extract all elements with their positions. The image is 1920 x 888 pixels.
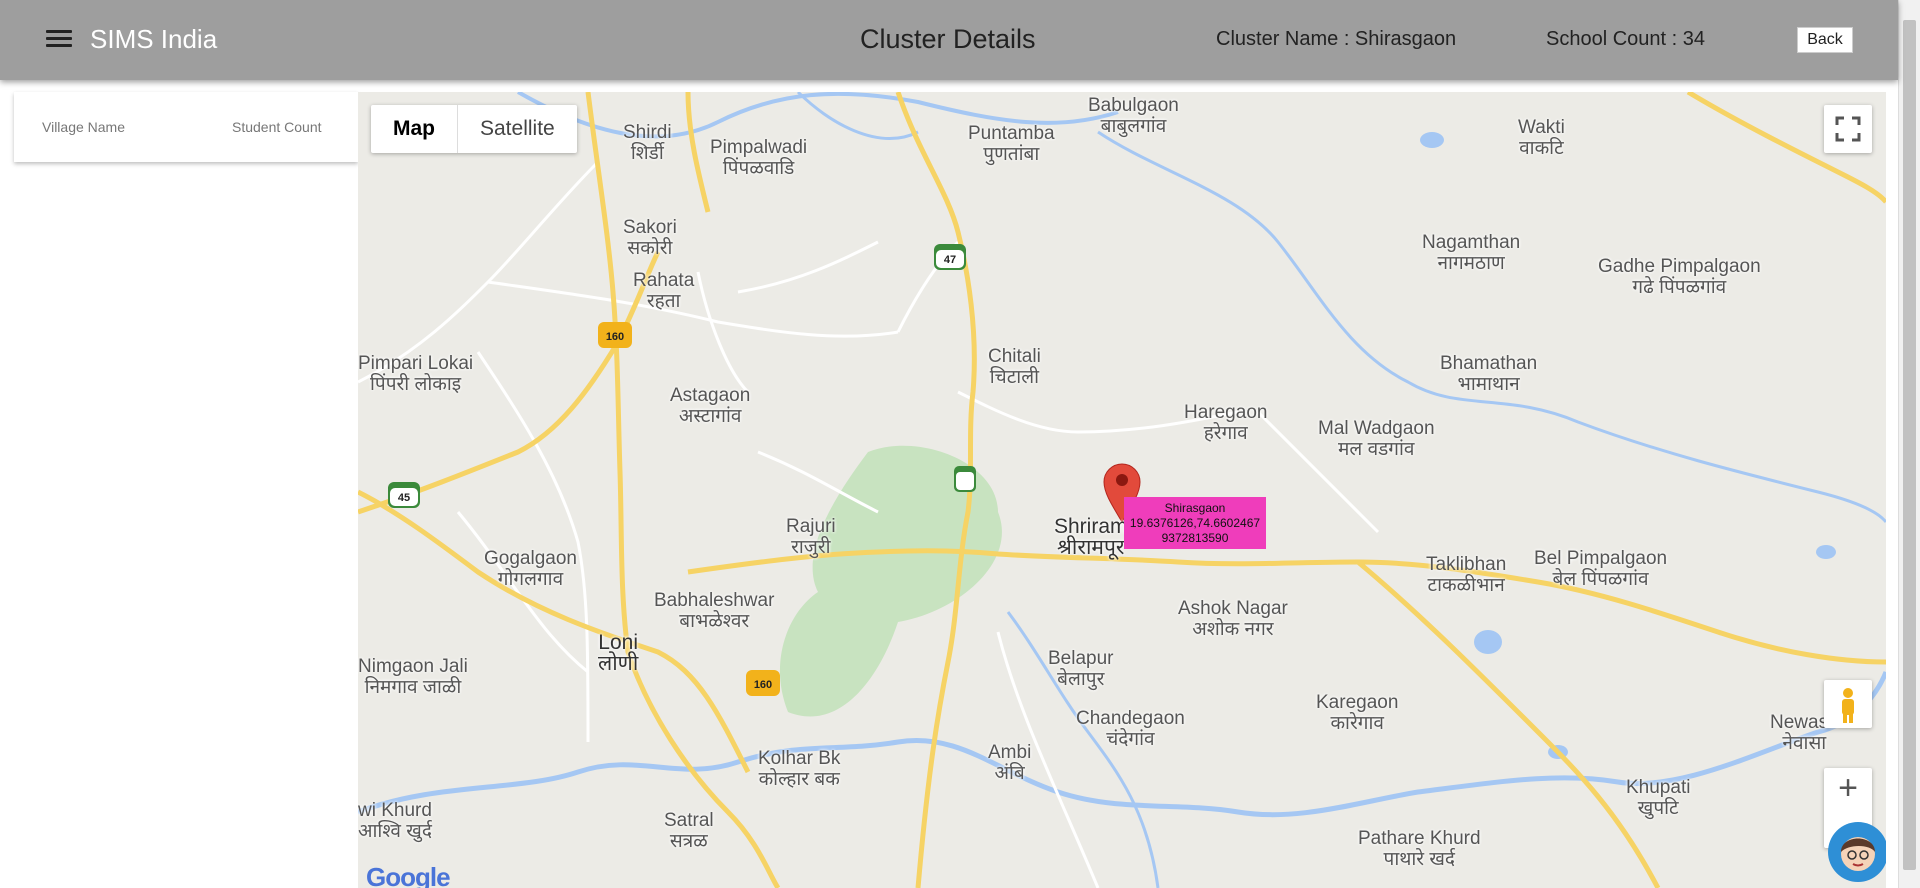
place-label: Shriram श्रीरामपूर	[1054, 515, 1128, 559]
svg-text:160: 160	[606, 331, 624, 343]
place-label: Nimgaon Jali निमगाव जाळी	[358, 656, 468, 698]
place-label: Gogalgaon गोगलगाव	[484, 548, 577, 590]
place-label: Loni लोणी	[598, 631, 639, 675]
place-label: Chitali चिटाली	[988, 346, 1041, 388]
place-label: Pathare Khurd पाथारे खर्द	[1358, 828, 1481, 870]
place-label: Kolhar Bk कोल्हार बक	[758, 748, 841, 790]
place-label: Gadhe Pimpalgaon गढे पिंपळगांव	[1598, 256, 1761, 298]
village-name-column-header: Village Name	[42, 119, 126, 135]
place-label: Nagamthan नागमठाण	[1422, 232, 1521, 274]
place-label: Pimpari Lokai पिंपरी लोकाइ	[358, 353, 474, 395]
place-label: Chandegaon चंदेगांव	[1076, 708, 1185, 750]
marker-coords: 19.6376126,74.6602467	[1129, 516, 1261, 530]
place-label: Babhaleshwar बाभळेश्वर	[654, 590, 775, 632]
page-scrollbar[interactable]	[1898, 0, 1920, 888]
student-count-column-header: Student Count	[232, 119, 322, 135]
scrollbar-thumb[interactable]	[1903, 20, 1916, 870]
place-label: Shirdi शिर्डी	[623, 122, 672, 164]
hamburger-menu-icon[interactable]	[44, 26, 74, 52]
school-count-label: School Count : 34	[1546, 28, 1705, 50]
map-base-layer: 47 160 45 160	[358, 92, 1886, 888]
svg-text:160: 160	[754, 679, 772, 691]
place-label: Bhamathan भामाथान	[1440, 353, 1538, 395]
place-label: Ashok Nagar अशोक नगर	[1178, 598, 1288, 640]
place-label: Karegaon कारेगाव	[1316, 692, 1399, 734]
map-view[interactable]: 47 160 45 160 Babulgaon बाबुलगांव Shirdi श…	[358, 92, 1886, 888]
page-title: Cluster Details	[860, 24, 1036, 54]
place-label: Babulgaon बाबुलगांव	[1088, 95, 1179, 137]
place-label: Rajuri राजुरी	[786, 516, 836, 558]
place-label: Wakti वाकटि	[1518, 117, 1565, 159]
zoom-in-icon[interactable]: +	[1824, 768, 1872, 808]
back-button[interactable]: Back	[1797, 27, 1853, 53]
village-list-panel: Village Name Student Count	[14, 92, 358, 162]
street-view-pegman-icon[interactable]	[1824, 680, 1872, 728]
place-label: Puntamba पुणतांबा	[968, 123, 1055, 165]
chat-assistant-avatar-icon[interactable]	[1828, 822, 1886, 882]
place-label: Mal Wadgaon मल वडगांव	[1318, 418, 1435, 460]
place-label: Haregaon हरेगाव	[1184, 402, 1268, 444]
place-label: Astagaon अस्टागांव	[670, 385, 751, 427]
place-label: Bel Pimpalgaon बेल पिंपळगांव	[1534, 548, 1668, 590]
google-logo: Google	[366, 862, 451, 888]
map-type-map-button[interactable]: Map	[371, 105, 458, 153]
top-app-bar: SIMS India Cluster Details Cluster Name …	[0, 0, 1898, 80]
fullscreen-icon[interactable]	[1824, 105, 1872, 153]
svg-text:45: 45	[398, 492, 410, 504]
app-title: SIMS India	[90, 24, 218, 54]
place-label: Belapur बेलापुर	[1048, 648, 1114, 690]
map-type-satellite-button[interactable]: Satellite	[458, 105, 577, 153]
place-label: Sakori सकोरी	[623, 217, 677, 259]
place-label: Rahata रहता	[633, 270, 695, 312]
place-label: Satral सत्रळ	[664, 810, 714, 852]
svg-text:47: 47	[944, 254, 956, 266]
place-label: Ambi अंबि	[988, 742, 1032, 784]
marker-phone: 9372813590	[1161, 531, 1229, 545]
marker-name: Shirasgaon	[1164, 501, 1226, 515]
cluster-name-label: Cluster Name : Shirasgaon	[1216, 28, 1457, 50]
place-label: Pimpalwadi पिंपळवाडि	[710, 137, 808, 179]
marker-info-box[interactable]: Shirasgaon 19.6376126,74.6602467 9372813…	[1124, 497, 1266, 549]
map-type-control: Map Satellite	[371, 105, 577, 153]
place-label: wi Khurd आश्वि खुर्द	[358, 800, 432, 842]
place-label: Taklibhan टाकळीभान	[1426, 554, 1507, 596]
place-label: Khupati खुपटि	[1626, 777, 1691, 819]
